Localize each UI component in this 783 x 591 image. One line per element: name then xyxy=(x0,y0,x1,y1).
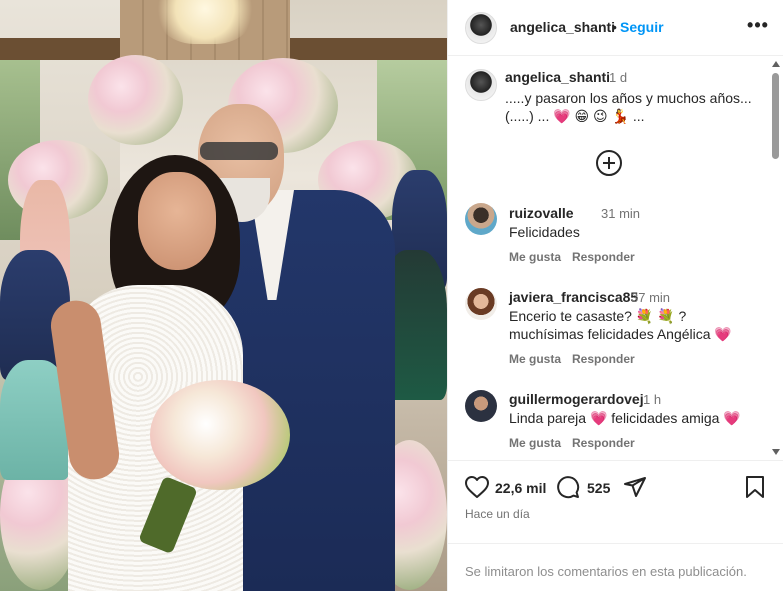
comments-limited-notice: Se limitaron los comentarios en esta pub… xyxy=(465,564,747,579)
scrollbar-thumb[interactable] xyxy=(772,73,779,159)
more-options-icon[interactable]: ••• xyxy=(746,16,770,40)
likes-count[interactable]: 22,6 mil xyxy=(495,480,546,496)
author-username[interactable]: angelica_shanti xyxy=(510,19,615,35)
photo-bride-head xyxy=(138,172,216,270)
comment-bubble-icon[interactable] xyxy=(556,475,580,499)
comment-timestamp: 1 h xyxy=(643,392,662,407)
comments-scrollbar[interactable] xyxy=(769,57,781,460)
commenter-avatar[interactable] xyxy=(465,288,497,320)
caption-text: .....y pasaron los años y muchos años...… xyxy=(505,90,752,124)
comment-reply-button[interactable]: Responder xyxy=(572,436,635,450)
photo-flower-arrangement xyxy=(88,55,183,145)
post-details-panel: angelica_shanti • Seguir ••• angelica_sh… xyxy=(447,0,783,591)
comment-timestamp: 31 min xyxy=(601,206,641,221)
commenter-avatar[interactable] xyxy=(465,390,497,422)
heart-icon[interactable] xyxy=(464,475,490,499)
comment-like-button[interactable]: Me gusta xyxy=(509,352,561,366)
photo-bouquet xyxy=(150,380,290,490)
comment-text: Linda pareja 💗 felicidades amiga 💗 xyxy=(509,410,741,426)
comment-like-button[interactable]: Me gusta xyxy=(509,250,561,264)
scroll-down-arrow-icon[interactable] xyxy=(772,449,780,455)
photo-sunglasses xyxy=(200,142,278,160)
comment-reply-button[interactable]: Responder xyxy=(572,250,635,264)
paper-plane-icon[interactable] xyxy=(623,475,647,499)
commenter-username[interactable]: ruizovalle xyxy=(509,205,574,221)
comment-text: Encerio te casaste? 💐 💐 ? muchísimas fel… xyxy=(509,308,732,342)
comment-timestamp: 37 min xyxy=(631,290,671,305)
comment-like-button[interactable]: Me gusta xyxy=(509,436,561,450)
header-separator: • xyxy=(612,19,617,35)
caption-avatar[interactable] xyxy=(465,69,497,101)
bookmark-icon[interactable] xyxy=(744,475,766,499)
comment-reply-button[interactable]: Responder xyxy=(572,352,635,366)
caption-timestamp: 1 d xyxy=(609,70,628,85)
commenter-username[interactable]: guillermogerardovej xyxy=(509,391,644,407)
scroll-up-arrow-icon[interactable] xyxy=(772,61,780,67)
comment-text: Felicidades xyxy=(509,224,580,240)
commenter-username[interactable]: javiera_francisca85 xyxy=(509,289,638,305)
comments-footer: Se limitaron los comentarios en esta pub… xyxy=(448,543,783,591)
comments-list[interactable]: angelica_shanti 1 d .....y pasaron los a… xyxy=(448,57,783,460)
caption-username[interactable]: angelica_shanti xyxy=(505,69,610,85)
post-timestamp[interactable]: Hace un día xyxy=(465,507,530,521)
post-actions-bar: 22,6 mil 525 Hace un día xyxy=(448,460,783,540)
author-avatar[interactable] xyxy=(465,12,497,44)
plus-circle-icon[interactable] xyxy=(596,150,622,176)
commenter-avatar[interactable] xyxy=(465,203,497,235)
post-photo[interactable] xyxy=(0,0,447,591)
follow-button[interactable]: Seguir xyxy=(620,19,664,35)
post-header: angelica_shanti • Seguir ••• xyxy=(448,0,783,56)
comments-count[interactable]: 525 xyxy=(587,480,610,496)
